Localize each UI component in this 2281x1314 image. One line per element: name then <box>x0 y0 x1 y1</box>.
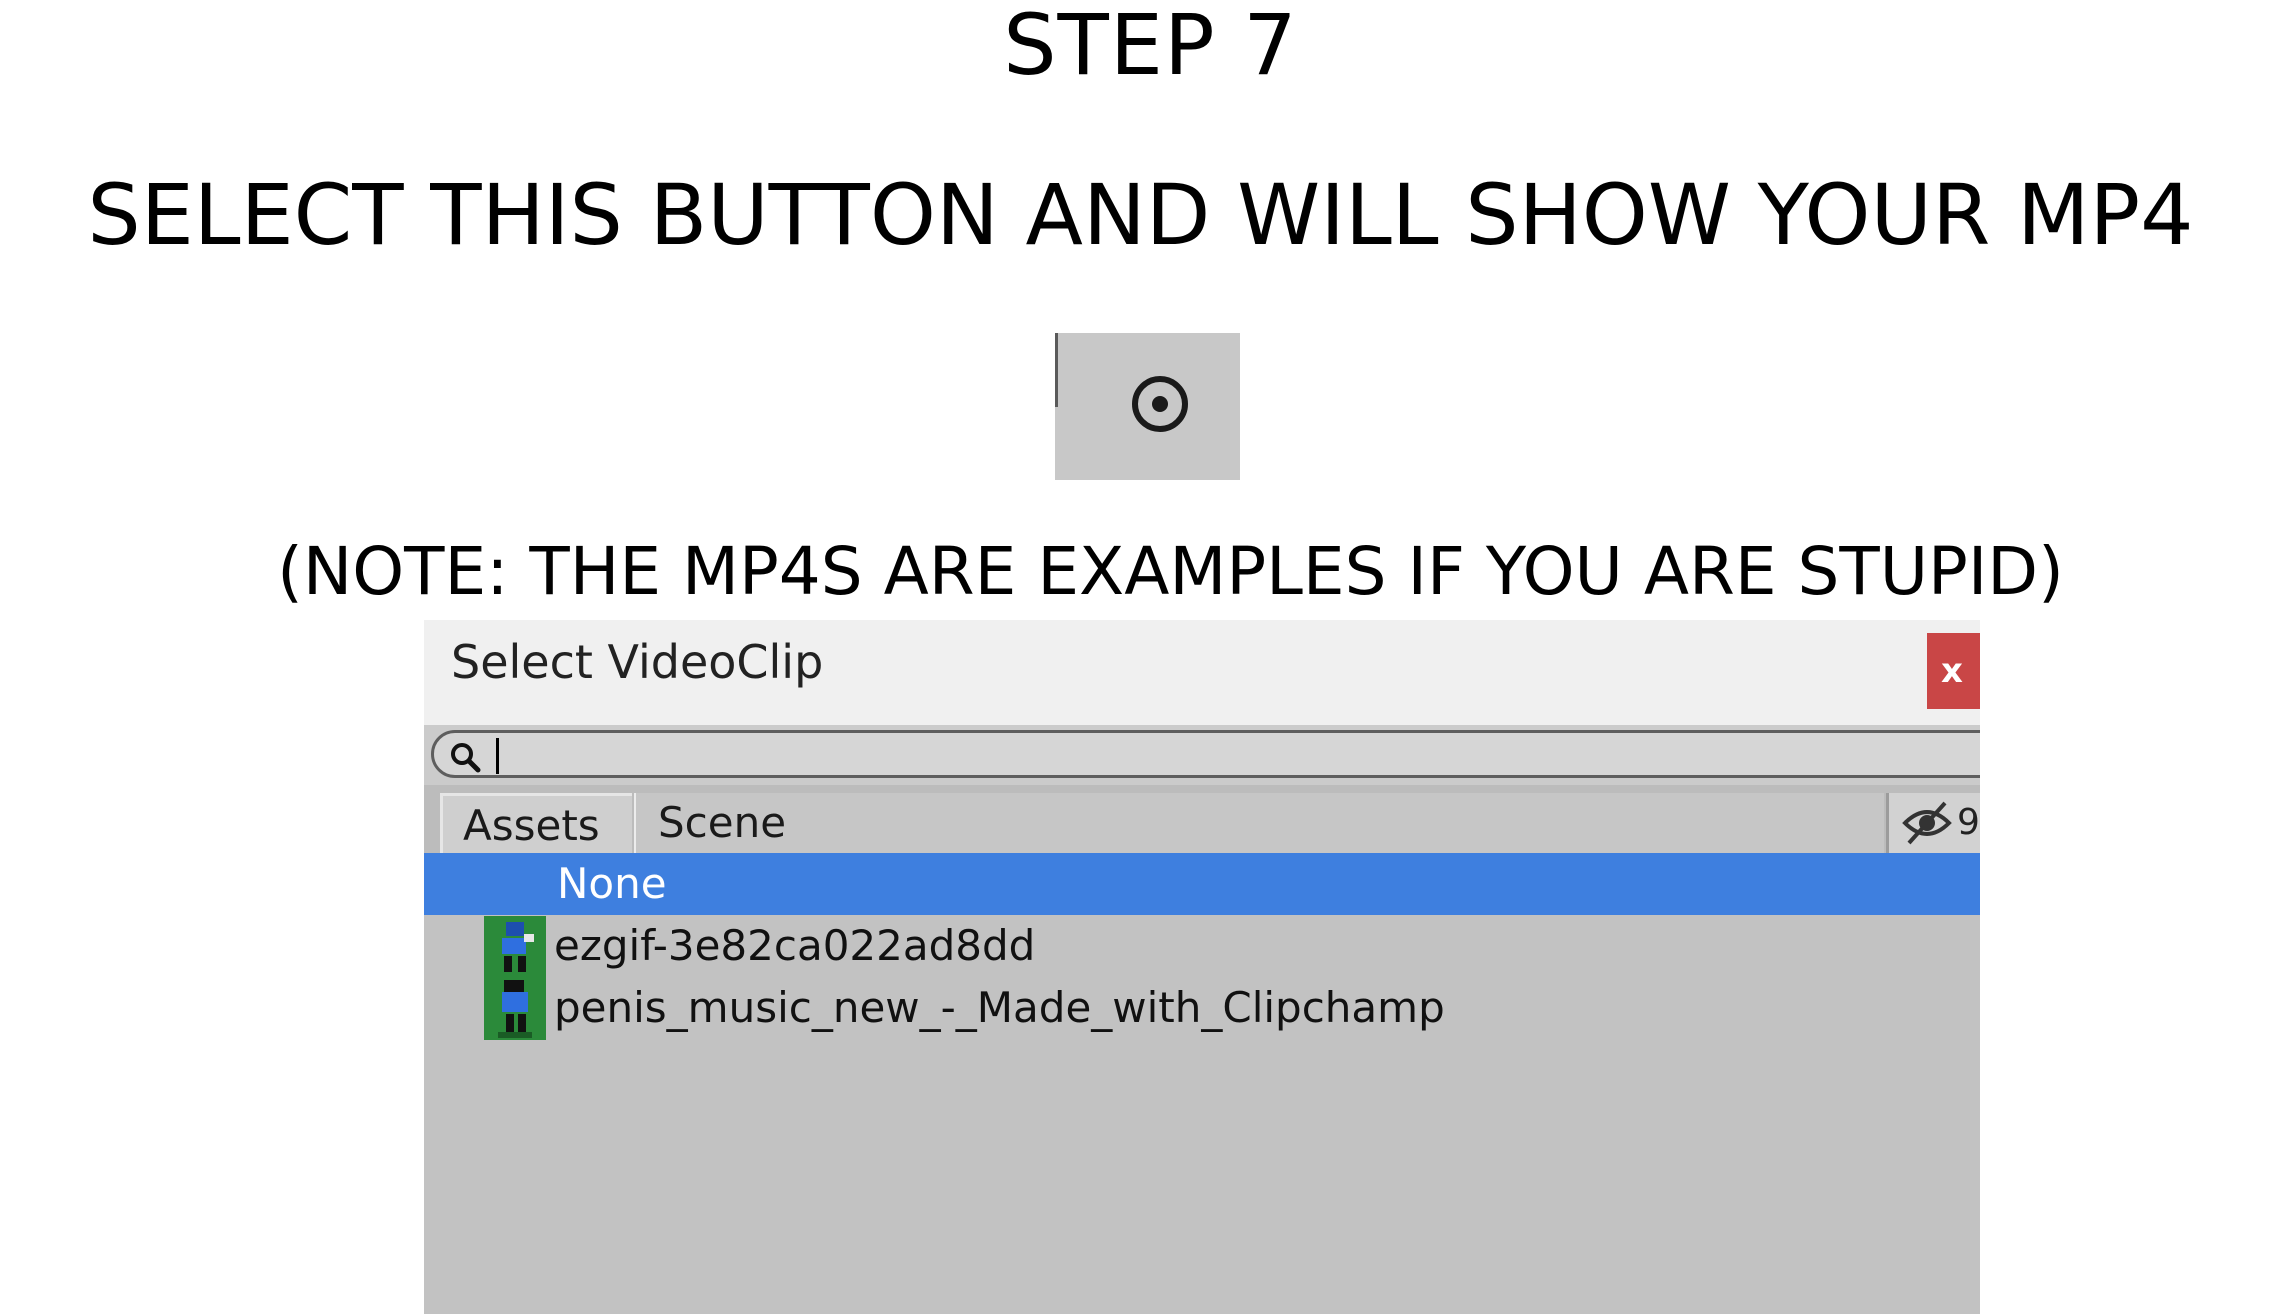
search-row <box>424 725 1980 785</box>
search-input[interactable] <box>504 735 1908 777</box>
window-title: Select VideoClip <box>451 635 824 689</box>
object-picker-target-icon <box>1132 376 1188 432</box>
video-clip-icon <box>484 916 546 978</box>
select-videoclip-window: Select VideoClip x Assets Scene 9 None e… <box>424 620 1980 1314</box>
list-item-none[interactable]: None <box>424 853 1980 915</box>
tab-scene[interactable]: Scene <box>634 793 1884 853</box>
list-item-label: None <box>557 859 667 908</box>
search-icon <box>451 743 481 773</box>
instruction-text: SELECT THIS BUTTON AND WILL SHOW YOUR MP… <box>87 166 2194 264</box>
field-edge <box>1055 333 1058 407</box>
object-picker-button[interactable] <box>1055 333 1240 480</box>
step-title: STEP 7 <box>1003 0 1298 94</box>
hidden-packages-toggle[interactable]: 9 <box>1886 793 1980 853</box>
list-item-label: penis_music_new_-_Made_with_Clipchamp <box>554 983 1445 1032</box>
eye-slash-icon <box>1902 801 1952 845</box>
video-clip-icon <box>484 978 546 1040</box>
tab-bar: Assets Scene 9 <box>424 785 1980 853</box>
list-item-label: ezgif-3e82ca022ad8dd <box>554 921 1036 970</box>
visibility-count: 9 <box>1957 802 1980 843</box>
close-button[interactable]: x <box>1927 633 1980 709</box>
list-item[interactable]: penis_music_new_-_Made_with_Clipchamp <box>424 977 1980 1040</box>
search-field[interactable] <box>431 730 1980 778</box>
list-item[interactable]: ezgif-3e82ca022ad8dd <box>424 915 1980 978</box>
tab-assets[interactable]: Assets <box>440 793 632 853</box>
window-titlebar: Select VideoClip x <box>424 620 1980 725</box>
text-caret <box>496 738 499 774</box>
note-text: (NOTE: THE MP4S ARE EXAMPLES IF YOU ARE … <box>277 533 2064 610</box>
